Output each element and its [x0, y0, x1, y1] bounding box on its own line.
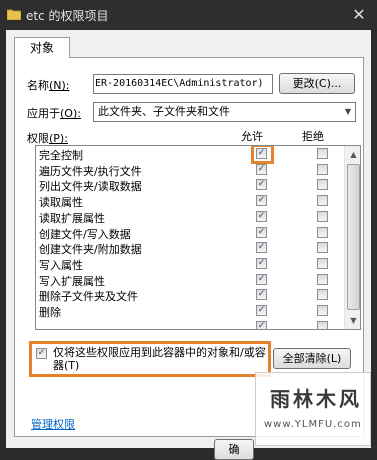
deny-checkbox[interactable]: [317, 148, 328, 159]
permission-label: 读取属性: [39, 196, 83, 210]
apply-to-value: 此文件夹、子文件夹和文件: [98, 105, 230, 118]
permission-row: 遍历文件夹/执行文件 ✓: [36, 162, 344, 178]
allow-checkbox[interactable]: ✓: [256, 273, 267, 285]
watermark-sub: www.YLMFU.com: [264, 419, 362, 430]
apply-to-label: 应用于(O):: [27, 105, 81, 121]
permissions-label-text: 权限: [27, 132, 49, 145]
deny-checkbox[interactable]: [317, 320, 328, 329]
name-field[interactable]: ER-20160314EC\Administrator): [93, 74, 273, 94]
apply-only-row[interactable]: ✓ 仅将这些权限应用到此容器中的对象和/或容器(T): [29, 341, 271, 377]
tab-object[interactable]: 对象: [14, 37, 70, 58]
permission-row: 创建文件/写入数据 ✓: [36, 225, 344, 241]
deny-checkbox[interactable]: [317, 273, 328, 285]
permission-label: 创建文件/写入数据: [39, 227, 131, 241]
scrollbar[interactable]: ▲ ▼: [344, 146, 360, 329]
allow-checkbox[interactable]: ✓: [256, 226, 267, 238]
permission-label: 删除子文件夹及文件: [39, 290, 138, 304]
permission-label: 列出文件夹/读取数据: [39, 180, 142, 194]
ok-button[interactable]: 确: [214, 439, 254, 460]
deny-checkbox[interactable]: [317, 289, 328, 301]
deny-checkbox[interactable]: [317, 257, 328, 269]
scroll-thumb[interactable]: [347, 164, 360, 310]
permission-label: 读取扩展属性: [39, 211, 105, 225]
manage-permissions-link[interactable]: 管理权限: [31, 416, 75, 432]
allow-header: 允许: [241, 130, 263, 143]
apply-to-label-text: 应用于: [27, 107, 60, 120]
deny-header: 拒绝: [302, 130, 324, 143]
allow-checkbox[interactable]: ✓: [256, 163, 267, 175]
clear-all-button[interactable]: 全部清除(L): [273, 348, 351, 369]
allow-checkbox[interactable]: ✓: [256, 195, 267, 207]
permission-row: 删除子文件夹及文件 ✓: [36, 287, 344, 303]
permission-label: 写入属性: [39, 258, 83, 272]
apply-to-hotkey: (O):: [60, 107, 81, 120]
permission-row: 完全控制 ✓: [36, 146, 344, 162]
allow-checkbox[interactable]: ✓: [256, 320, 267, 329]
permission-row: ✓: [36, 319, 344, 329]
deny-checkbox[interactable]: [317, 210, 328, 222]
allow-checkbox[interactable]: ✓: [256, 242, 267, 254]
permission-row: 写入属性 ✓: [36, 256, 344, 272]
permission-label: 遍历文件夹/执行文件: [39, 164, 142, 178]
close-button[interactable]: ✕: [348, 5, 370, 25]
deny-checkbox[interactable]: [317, 242, 328, 254]
apply-only-label: 仅将这些权限应用到此容器中的对象和/或容器(T): [53, 346, 266, 372]
name-label: 名称(N):: [27, 77, 70, 93]
permissions-label: 权限(P):: [27, 130, 68, 146]
folder-icon: [7, 9, 21, 20]
permissions-hotkey: (P):: [49, 132, 68, 145]
scroll-up-icon[interactable]: ▲: [345, 146, 360, 163]
permission-row: 列出文件夹/读取数据 ✓: [36, 177, 344, 193]
permission-label: 写入扩展属性: [39, 274, 105, 288]
chevron-down-icon: ▼: [344, 107, 351, 116]
permission-list[interactable]: 完全控制 ✓ 遍历文件夹/执行文件 ✓ 列出文件夹/读取数据 ✓ 读取属性 ✓ …: [35, 145, 361, 330]
allow-checkbox[interactable]: ✓: [256, 210, 267, 222]
close-icon: ✕: [352, 5, 366, 24]
watermark-main: 雨林木风: [270, 387, 362, 411]
permission-row: 读取属性 ✓: [36, 193, 344, 209]
permission-row: 读取扩展属性 ✓: [36, 209, 344, 225]
title-bar: etc 的权限项目 ✕: [0, 0, 377, 30]
deny-checkbox[interactable]: [317, 226, 328, 238]
deny-checkbox[interactable]: [317, 163, 328, 175]
allow-checkbox[interactable]: ✓: [256, 289, 267, 301]
apply-to-select[interactable]: 此文件夹、子文件夹和文件 ▼: [93, 102, 356, 122]
deny-checkbox[interactable]: [317, 195, 328, 207]
name-label-text: 名称: [27, 79, 49, 92]
permission-row: 写入扩展属性 ✓: [36, 272, 344, 288]
deny-checkbox[interactable]: [317, 179, 328, 191]
allow-highlight: [251, 146, 274, 164]
apply-only-checkbox[interactable]: ✓: [36, 348, 47, 359]
scroll-down-icon[interactable]: ▼: [345, 312, 360, 329]
allow-checkbox[interactable]: ✓: [256, 179, 267, 191]
change-button[interactable]: 更改(C)...: [279, 73, 355, 94]
permission-row: 创建文件夹/附加数据 ✓: [36, 240, 344, 256]
permission-label: 删除: [39, 306, 61, 319]
allow-checkbox[interactable]: ✓: [256, 257, 267, 269]
deny-checkbox[interactable]: [317, 305, 328, 316]
allow-checkbox[interactable]: ✓: [256, 305, 267, 316]
window-title: etc 的权限项目: [26, 9, 109, 23]
permission-label: 完全控制: [39, 149, 83, 162]
permission-label: 创建文件夹/附加数据: [39, 243, 142, 257]
watermark-logo: 雨林木风 www.YLMFU.com: [255, 372, 371, 446]
name-hotkey: (N):: [49, 79, 70, 92]
permission-row: 删除 ✓: [36, 303, 344, 319]
